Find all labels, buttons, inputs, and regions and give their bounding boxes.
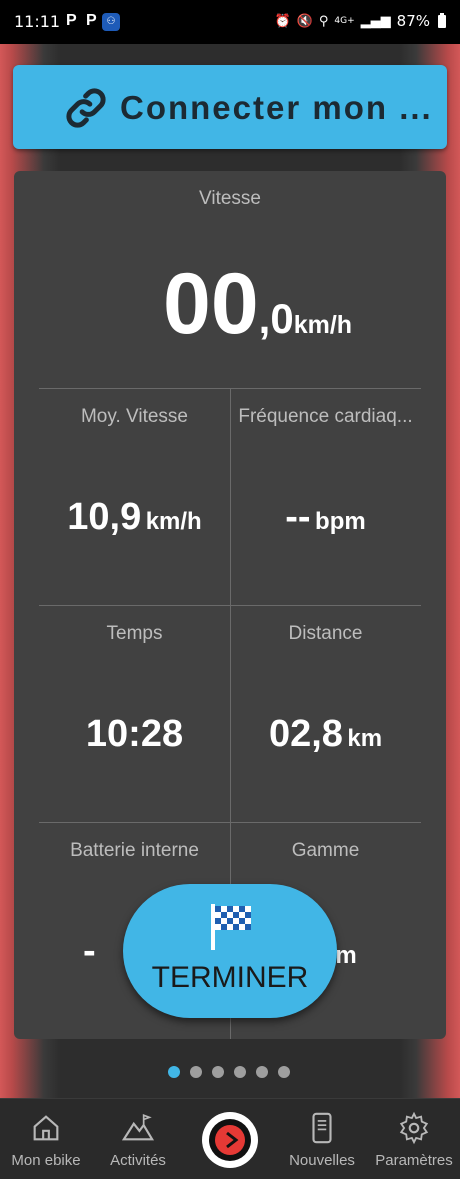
bottom-nav: Mon ebike Activités Nouvelles Paramètres <box>0 1098 460 1179</box>
status-right: ⏰ 🔇 ⚲ 4G+ ▂▄▆ 87% <box>274 12 446 30</box>
mute-icon: 🔇 <box>296 13 313 29</box>
heart-rate-value: -- bpm <box>230 496 421 539</box>
home-icon <box>33 1115 59 1141</box>
nav-item-activites[interactable]: Activités <box>92 1099 184 1179</box>
nav-label: Mon ebike <box>11 1152 81 1169</box>
mountain-icon <box>121 1114 155 1141</box>
speed-integer: 00 <box>163 256 259 352</box>
nav-label: Nouvelles <box>289 1152 355 1169</box>
page-dot[interactable] <box>256 1066 268 1078</box>
parking-icon: P <box>66 12 77 29</box>
battery-percent: 87% <box>396 12 430 30</box>
location-icon: ⚲ <box>318 13 329 29</box>
terminer-label: TERMINER <box>151 961 309 994</box>
link-icon <box>66 88 106 128</box>
connect-label: Connecter mon ... <box>120 89 433 126</box>
speed-decimal: ,0 <box>258 295 294 342</box>
time-title: Temps <box>106 623 163 644</box>
play-icon <box>226 1131 239 1149</box>
speed-value: 00,0km/h <box>163 255 352 354</box>
record-icon <box>215 1125 245 1155</box>
checkered-flag-icon <box>211 904 251 950</box>
page-dot[interactable] <box>168 1066 180 1078</box>
heart-rate-unit: bpm <box>315 508 366 535</box>
heart-rate-number: -- <box>285 496 311 538</box>
speed-unit: km/h <box>293 311 353 339</box>
record-button[interactable] <box>202 1112 258 1168</box>
connect-button[interactable]: Connecter mon ... <box>13 65 447 149</box>
range-title: Gamme <box>291 840 360 861</box>
page-dot[interactable] <box>234 1066 246 1078</box>
status-time: 11:11 <box>14 12 61 31</box>
signal-icon: ▂▄▆ <box>360 13 391 29</box>
parking-icon: P <box>86 12 97 29</box>
phone-news-icon <box>312 1112 332 1144</box>
terminer-button[interactable]: TERMINER <box>123 884 337 1018</box>
battery-value: - <box>83 930 96 973</box>
distance-unit: km <box>347 725 383 752</box>
distance-cell: Distance 02,8 km <box>230 605 421 822</box>
heart-rate-cell: Fréquence cardiaq... -- bpm <box>230 388 421 605</box>
bike-app-icon: ⚇ <box>102 13 120 31</box>
page-indicator <box>168 1066 290 1078</box>
avg-speed-cell: Moy. Vitesse 10,9 km/h <box>39 388 230 605</box>
page-dot[interactable] <box>278 1066 290 1078</box>
gear-icon <box>399 1111 429 1145</box>
heart-rate-title: Fréquence cardiaq... <box>238 406 413 427</box>
battery-number: - <box>83 930 96 972</box>
time-number: 10:28 <box>85 713 184 755</box>
nav-item-mon-ebike[interactable]: Mon ebike <box>0 1099 92 1179</box>
record-ring <box>209 1119 251 1161</box>
nav-item-nouvelles[interactable]: Nouvelles <box>276 1099 368 1179</box>
page-dot[interactable] <box>212 1066 224 1078</box>
status-bar: 11:11 P P ⚇ ⏰ 🔇 ⚲ 4G+ ▂▄▆ 87% <box>0 0 460 44</box>
avg-speed-value: 10,9 km/h <box>39 496 230 539</box>
speed-title: Vitesse <box>199 188 261 209</box>
battery-title: Batterie interne <box>70 840 199 861</box>
battery-icon <box>438 12 446 28</box>
time-value: 10:28 <box>39 713 230 756</box>
avg-speed-unit: km/h <box>145 508 202 535</box>
distance-value: 02,8 km <box>230 713 421 756</box>
nav-label: Paramètres <box>375 1152 453 1169</box>
distance-title: Distance <box>288 623 363 644</box>
network-label: 4G+ <box>334 16 355 26</box>
page-dot[interactable] <box>190 1066 202 1078</box>
avg-speed-title: Moy. Vitesse <box>80 406 188 427</box>
avg-speed-number: 10,9 <box>67 496 142 538</box>
nav-item-parametres[interactable]: Paramètres <box>368 1099 460 1179</box>
time-cell: Temps 10:28 <box>39 605 230 822</box>
nav-label: Activités <box>110 1152 166 1169</box>
alarm-icon: ⏰ <box>274 13 291 29</box>
distance-number: 02,8 <box>268 713 343 755</box>
